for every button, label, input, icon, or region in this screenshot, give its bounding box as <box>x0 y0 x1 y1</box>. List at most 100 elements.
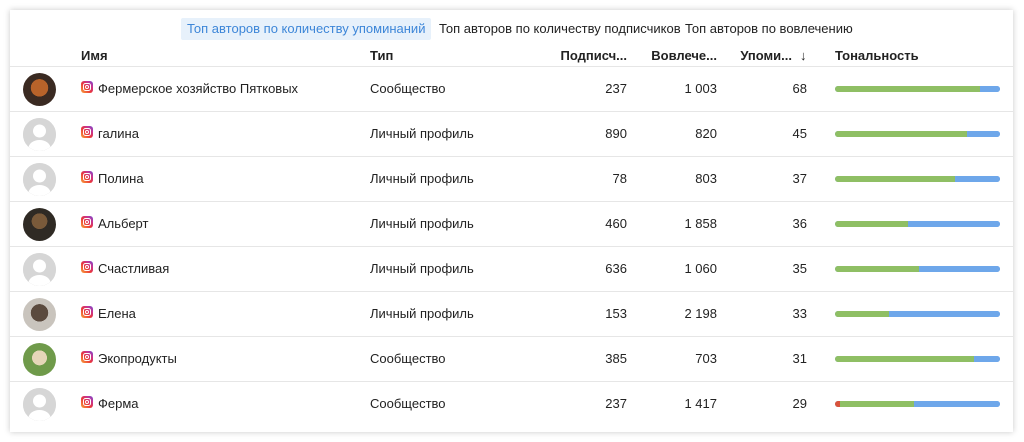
avatar[interactable] <box>23 208 56 241</box>
avatar[interactable] <box>23 118 56 151</box>
authors-panel: Топ авторов по количеству упоминаний Топ… <box>10 10 1013 432</box>
engagement-count: 2 198 <box>684 306 717 321</box>
column-header-subscribers[interactable]: Подписч... <box>540 46 628 66</box>
engagement-count: 1 417 <box>684 396 717 411</box>
column-header-name[interactable]: Имя <box>81 46 108 66</box>
avatar[interactable] <box>23 388 56 421</box>
author-type: Личный профиль <box>370 261 474 276</box>
avatar[interactable] <box>23 163 56 196</box>
tone-positive-segment <box>835 221 908 227</box>
column-header-type[interactable]: Тип <box>370 46 393 66</box>
author-type: Личный профиль <box>370 126 474 141</box>
author-name-link[interactable]: Экопродукты <box>98 337 177 381</box>
tone-neutral-segment <box>973 356 1000 362</box>
table-row[interactable]: галина Личный профиль 890 820 45 <box>10 111 1013 157</box>
author-name-link[interactable]: Полина <box>98 157 144 201</box>
engagement-count: 1 060 <box>684 261 717 276</box>
tone-positive-segment <box>835 266 920 272</box>
instagram-icon <box>81 216 93 228</box>
tone-bar <box>835 266 1000 272</box>
column-header-tone[interactable]: Тональность <box>835 46 919 66</box>
column-header-engagement[interactable]: Вовлече... <box>630 46 717 66</box>
subscribers-count: 636 <box>605 261 627 276</box>
tone-bar <box>835 176 1000 182</box>
avatar[interactable] <box>23 298 56 331</box>
table-row[interactable]: Елена Личный профиль 153 2 198 33 <box>10 291 1013 337</box>
tone-neutral-segment <box>967 131 1000 137</box>
tone-neutral-segment <box>919 266 1000 272</box>
author-type: Сообщество <box>370 351 446 366</box>
author-type: Личный профиль <box>370 171 474 186</box>
instagram-icon <box>81 81 93 93</box>
engagement-count: 703 <box>695 351 717 366</box>
mentions-count: 29 <box>792 396 807 411</box>
subscribers-count: 237 <box>605 396 627 411</box>
tone-positive-segment <box>839 401 915 407</box>
author-type: Сообщество <box>370 81 446 96</box>
sort-descending-icon[interactable]: ↓ <box>800 46 807 66</box>
author-name-link[interactable]: галина <box>98 112 139 156</box>
subscribers-count: 237 <box>605 81 627 96</box>
avatar[interactable] <box>23 343 56 376</box>
tab-top-by-mentions[interactable]: Топ авторов по количеству упоминаний <box>181 18 432 40</box>
mentions-count: 35 <box>792 261 807 276</box>
mentions-count: 36 <box>792 216 807 231</box>
subscribers-count: 385 <box>605 351 627 366</box>
engagement-count: 820 <box>695 126 717 141</box>
mentions-count: 45 <box>792 126 807 141</box>
tab-top-by-engagement[interactable]: Топ авторов по вовлечению <box>679 18 859 40</box>
author-name-link[interactable]: Счастливая <box>98 247 169 291</box>
subscribers-count: 78 <box>612 171 627 186</box>
table-row[interactable]: Альберт Личный профиль 460 1 858 36 <box>10 201 1013 247</box>
instagram-icon <box>81 351 93 363</box>
tone-neutral-segment <box>889 311 1000 317</box>
subscribers-count: 153 <box>605 306 627 321</box>
author-name-link[interactable]: Елена <box>98 292 136 336</box>
author-name-link[interactable]: Альберт <box>98 202 148 246</box>
tone-bar <box>835 221 1000 227</box>
instagram-icon <box>81 306 93 318</box>
mentions-count: 37 <box>792 171 807 186</box>
mentions-count: 31 <box>792 351 807 366</box>
tab-top-by-subscribers[interactable]: Топ авторов по количеству подписчиков <box>433 18 687 40</box>
tone-neutral-segment <box>955 176 1000 182</box>
tone-bar <box>835 311 1000 317</box>
tone-positive-segment <box>835 131 967 137</box>
instagram-icon <box>81 261 93 273</box>
mentions-count: 68 <box>792 81 807 96</box>
engagement-count: 1 858 <box>684 216 717 231</box>
author-name-link[interactable]: Ферма <box>98 382 139 426</box>
tab-bar: Топ авторов по количеству упоминаний Топ… <box>10 18 1013 40</box>
tone-bar <box>835 356 1000 362</box>
table-header: Имя Тип Подписч... Вовлече... Упоми... ↓… <box>10 46 1013 66</box>
table-row[interactable]: Экопродукты Сообщество 385 703 31 <box>10 336 1013 382</box>
instagram-icon <box>81 126 93 138</box>
subscribers-count: 890 <box>605 126 627 141</box>
author-type: Сообщество <box>370 396 446 411</box>
table-row[interactable]: Счастливая Личный профиль 636 1 060 35 <box>10 246 1013 292</box>
instagram-icon <box>81 171 93 183</box>
table-row[interactable]: Фермерское хозяйство Пятковых Сообщество 2… <box>10 66 1013 112</box>
tone-bar <box>835 401 1000 407</box>
author-type: Личный профиль <box>370 216 474 231</box>
avatar[interactable] <box>23 73 56 106</box>
tone-bar <box>835 131 1000 137</box>
tone-positive-segment <box>835 86 981 92</box>
author-type: Личный профиль <box>370 306 474 321</box>
instagram-icon <box>81 396 93 408</box>
table-row[interactable]: Полина Личный профиль 78 803 37 <box>10 156 1013 202</box>
engagement-count: 1 003 <box>684 81 717 96</box>
tone-positive-segment <box>835 176 956 182</box>
avatar[interactable] <box>23 253 56 286</box>
engagement-count: 803 <box>695 171 717 186</box>
author-name-link[interactable]: Фермерское хозяйство Пятковых <box>98 67 298 111</box>
tone-bar <box>835 86 1000 92</box>
mentions-count: 33 <box>792 306 807 321</box>
tone-positive-segment <box>835 356 974 362</box>
tone-positive-segment <box>835 311 890 317</box>
table-row[interactable]: Ферма Сообщество 237 1 417 29 <box>10 381 1013 427</box>
column-header-mentions[interactable]: Упоми... <box>710 46 792 66</box>
subscribers-count: 460 <box>605 216 627 231</box>
tone-neutral-segment <box>907 221 1000 227</box>
tone-neutral-segment <box>914 401 1000 407</box>
